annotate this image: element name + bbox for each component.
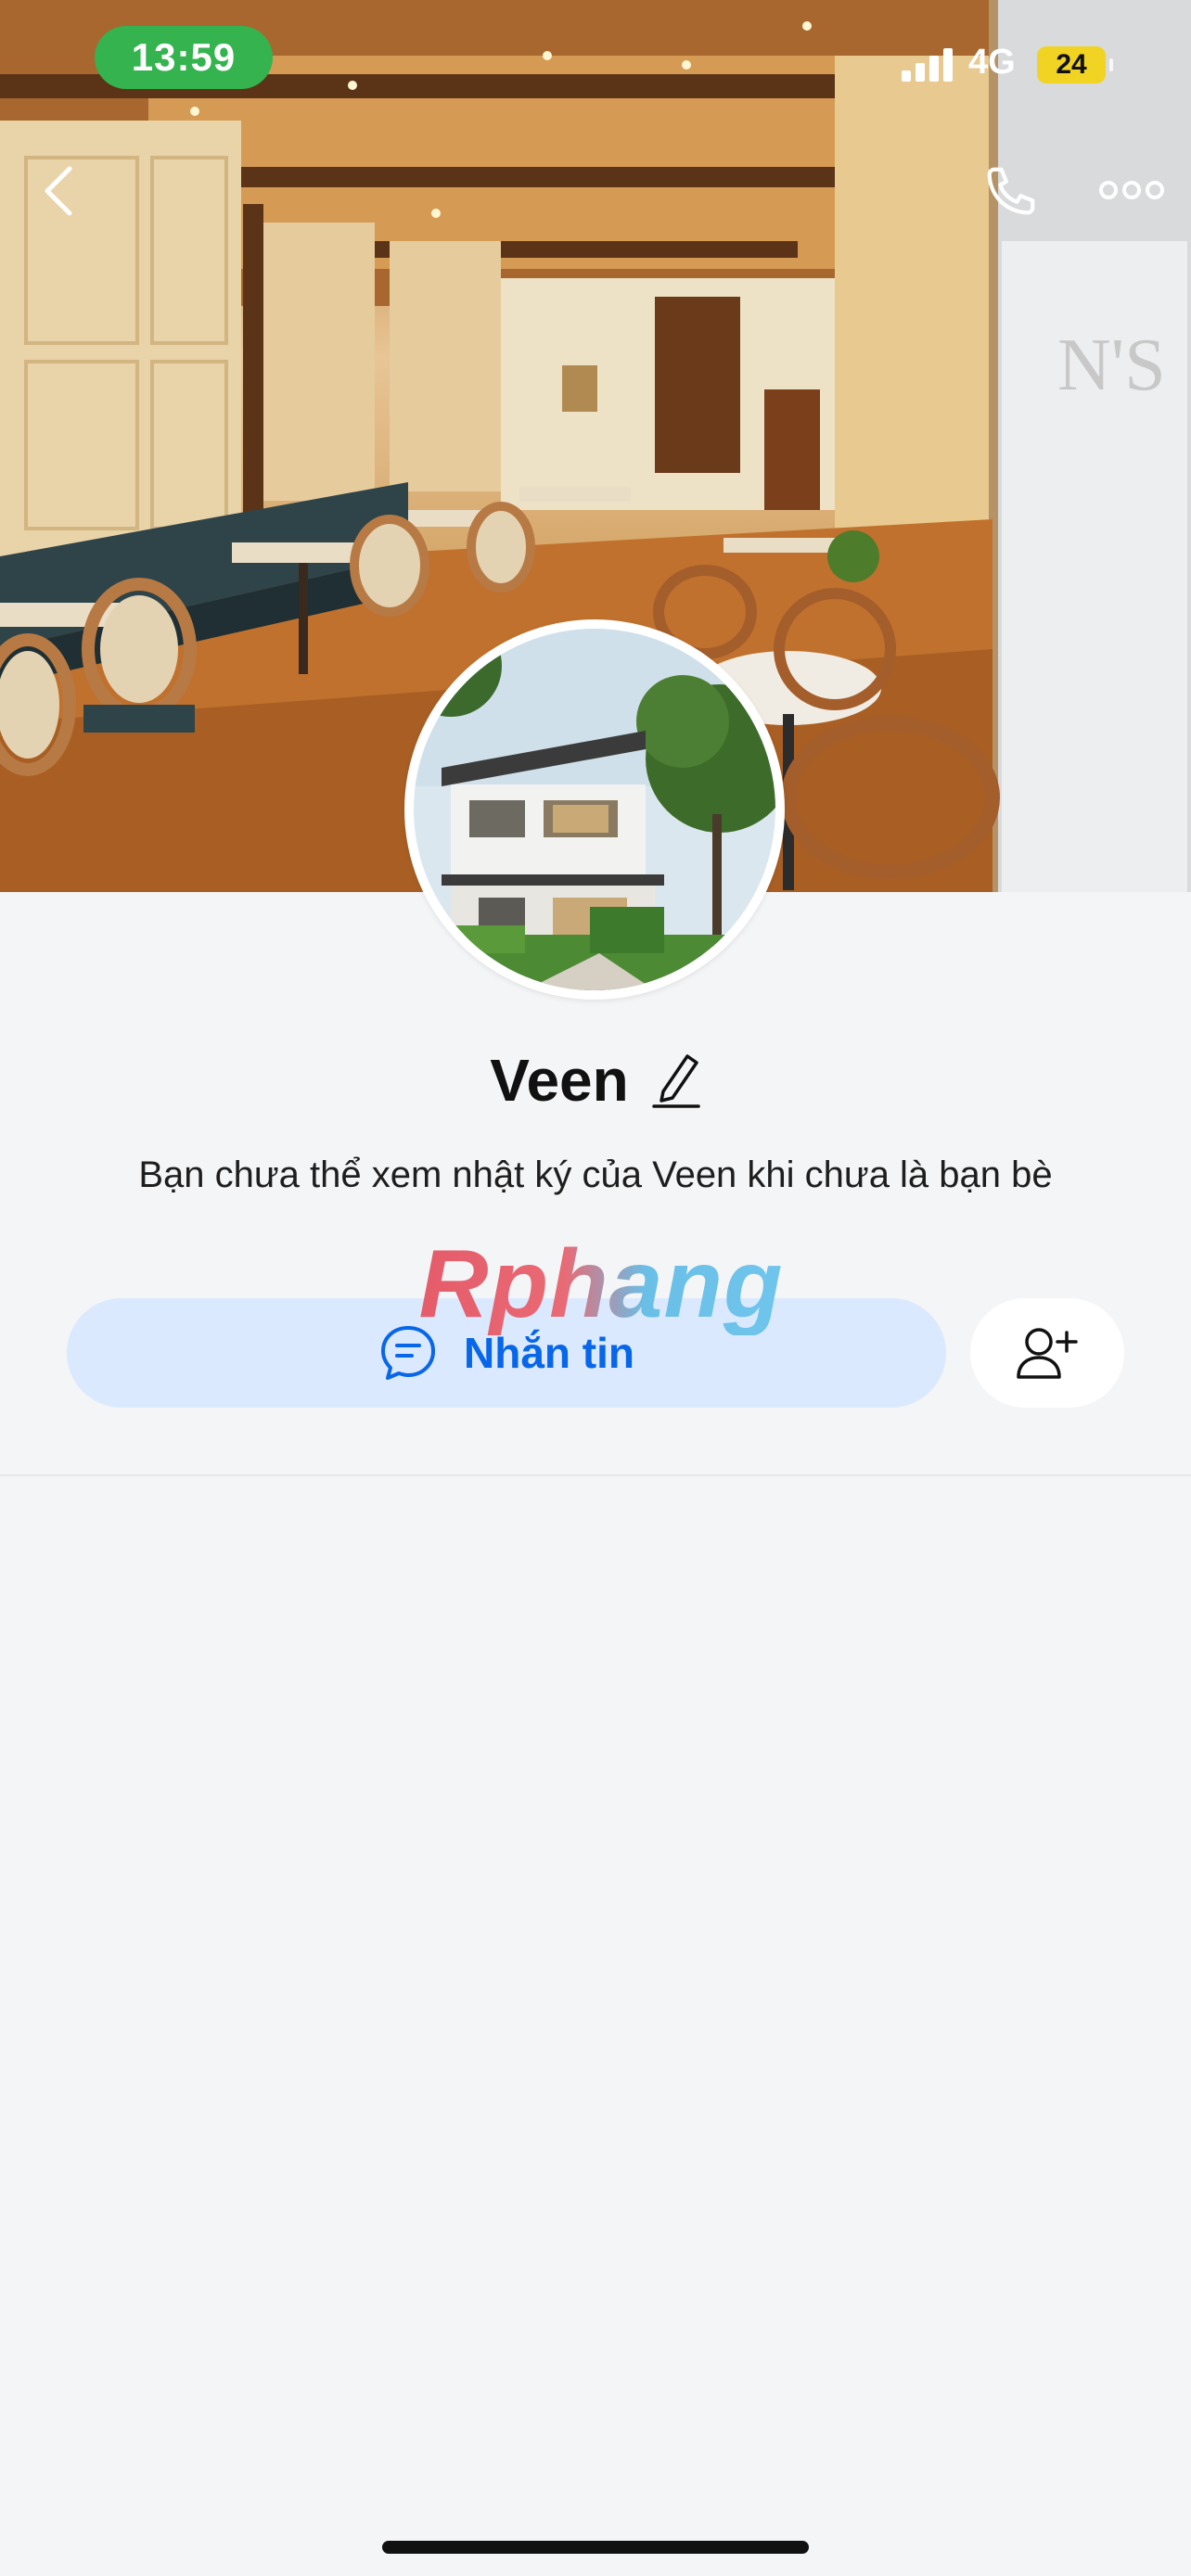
svg-text:N'S: N'S — [1057, 325, 1166, 406]
section-divider — [0, 1474, 1191, 1476]
profile-name: Veen — [490, 1047, 629, 1114]
back-button[interactable] — [28, 156, 87, 226]
chevron-left-icon — [45, 166, 72, 216]
edit-name-button[interactable] — [649, 1050, 701, 1111]
network-type: 4G — [968, 43, 1016, 82]
pencil-icon — [651, 1054, 700, 1108]
status-time: 13:59 — [95, 26, 273, 89]
avatar[interactable] — [404, 619, 785, 1000]
add-user-icon — [1017, 1328, 1078, 1379]
privacy-notice: Bạn chưa thể xem nhật ký của Veen khi ch… — [138, 1154, 1053, 1195]
more-options-button[interactable] — [1093, 167, 1171, 213]
cellular-signal-icon — [902, 48, 953, 82]
watermark-logo: Rphang — [416, 1233, 787, 1335]
add-friend-button[interactable] — [970, 1298, 1124, 1408]
phone-icon — [987, 167, 1035, 215]
battery-level: 24 — [1037, 46, 1113, 83]
profile-name-row: Veen — [0, 1039, 1191, 1122]
call-button[interactable] — [974, 156, 1048, 226]
avatar-house-image — [414, 629, 775, 990]
home-indicator[interactable] — [382, 2541, 809, 2554]
more-horizontal-icon — [1099, 181, 1164, 199]
